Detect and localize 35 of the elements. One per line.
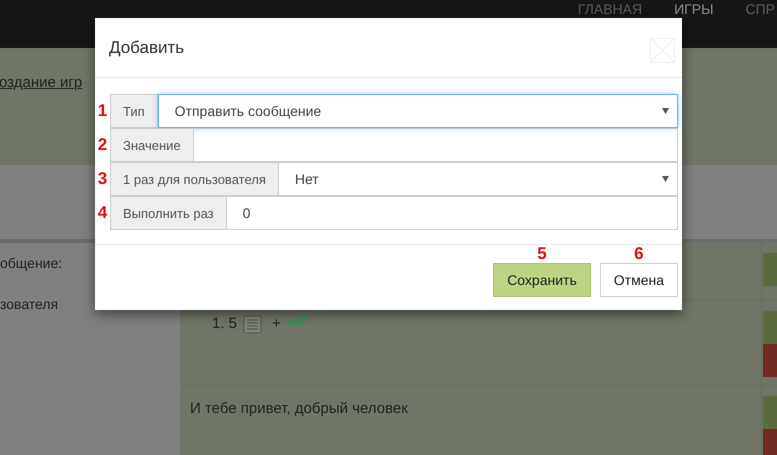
field-value: 0 <box>242 205 250 221</box>
annotation-number: 1 <box>96 101 108 121</box>
caret-icon <box>662 108 669 114</box>
input-field[interactable]: 0 <box>226 196 678 230</box>
list-icon[interactable] <box>243 315 262 334</box>
delete-button[interactable] <box>763 344 777 377</box>
plus-sign: + <box>272 315 281 332</box>
field-value: Нет <box>294 171 319 187</box>
annotation-number: 6 <box>634 245 644 263</box>
annotation-number: 3 <box>96 169 108 189</box>
double-check-icon <box>286 315 309 327</box>
item-number: 1. 5 <box>212 315 238 332</box>
edit-button[interactable] <box>763 311 777 344</box>
dialog-title: Добавить <box>109 38 184 58</box>
sidebar-label: общение: <box>0 255 62 271</box>
cancel-button[interactable]: Отмена <box>600 263 678 297</box>
caret-icon <box>662 176 669 182</box>
field-label: Выполнить раз <box>110 196 227 230</box>
save-button[interactable]: Сохранить <box>493 263 591 297</box>
field-label: Значение <box>110 128 194 162</box>
field-value: Отправить сообщение <box>174 103 322 119</box>
add-button[interactable] <box>763 253 777 286</box>
delete-button[interactable] <box>763 429 777 455</box>
input-field[interactable] <box>194 128 678 162</box>
select-field[interactable]: Отправить сообщение <box>158 94 678 128</box>
annotation-number: 4 <box>96 203 108 223</box>
message-text: И тебе привет, добрый человек <box>190 400 408 417</box>
annotation-number: 5 <box>537 245 547 263</box>
field-label: 1 раз для пользователя <box>110 162 279 196</box>
nav-link[interactable]: ИГРЫ <box>674 2 714 17</box>
sidebar-label: зователя <box>0 296 58 312</box>
field-label: Тип <box>110 94 158 128</box>
annotation-number: 2 <box>96 135 108 155</box>
edit-button[interactable] <box>763 396 777 429</box>
select-field[interactable]: Нет <box>278 162 678 196</box>
